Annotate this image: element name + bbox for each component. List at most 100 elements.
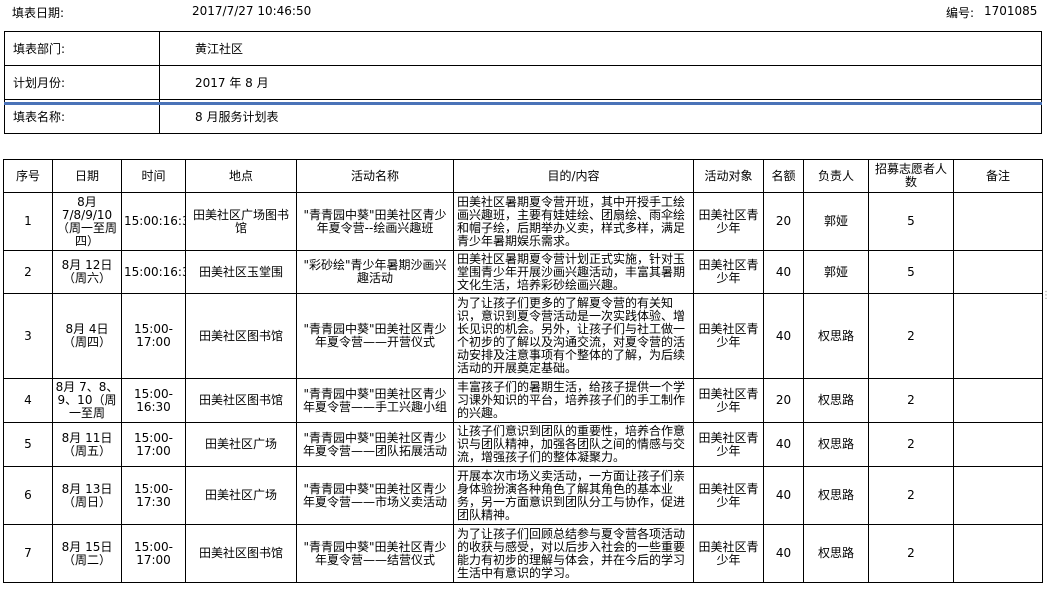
cell-volunteers: 2 [868,422,954,467]
cell-time: 15:00:16:30 [121,192,186,251]
cell-quota: 40 [763,524,804,583]
col-header-activity: 活动名称 [296,159,454,193]
scroll-handle[interactable]: ⋮ [1041,290,1047,320]
cell-leader: 权思路 [803,378,869,423]
cell-place: 田美社区玉堂围 [185,250,297,294]
cell-volunteers: 2 [868,524,954,583]
cell-activity: "青青园中葵"田美社区青少年夏令营——手工兴趣小组 [296,378,454,423]
cell-activity: "青青园中葵"田美社区青少年夏令营--绘画兴趣班 [296,192,454,251]
cell-target: 田美社区青少年 [693,524,764,583]
cell-volunteers: 2 [868,378,954,423]
cell-volunteers: 2 [868,293,954,379]
cell-volunteers: 5 [868,250,954,294]
table-row: 5 8月 11日（周五） 15:00-17:00 田美社区广场 "青青园中葵"田… [3,422,1043,467]
cell-date: 8月 11日（周五） [52,422,122,467]
col-header-content: 目的/内容 [453,159,694,193]
cell-target: 田美社区青少年 [693,378,764,423]
cell-leader: 郭娅 [803,192,869,251]
cell-quota: 40 [763,466,804,525]
fill-date-value: 2017/7/27 10:46:50 [192,4,312,18]
cell-remark [953,422,1043,467]
cell-activity: "青青园中葵"田美社区青少年夏令营——结营仪式 [296,524,454,583]
cell-no: 5 [3,422,53,467]
cell-remark [953,466,1043,525]
cell-date: 8月 4日（周四） [52,293,122,379]
cell-date: 8月 15日（周二） [52,524,122,583]
cell-content: 田美社区暑期夏令营开班，其中开授手工绘画兴趣班，主要有娃娃绘、团扇绘、雨伞绘和帽… [453,192,694,251]
cell-date: 8月 7/8/9/10（周一至周四） [52,192,122,251]
cell-activity: "彩砂绘"青少年暑期沙画兴趣活动 [296,250,454,294]
fill-date-label: 填表日期: [12,6,65,20]
cell-remark [953,293,1043,379]
col-header-date: 日期 [52,159,122,193]
col-header-remark: 备注 [953,159,1043,193]
header-bar: 填表日期: 2017/7/27 10:46:50 编号: 1701085 [0,0,1047,22]
cell-place: 田美社区图书馆 [185,524,297,583]
cell-date: 8月 13日（周日） [52,466,122,525]
col-header-target: 活动对象 [693,159,764,193]
cell-content: 为了让孩子们回顾总结参与夏令营各项活动的收获与感受，对以后步入社会的一些重要能力… [453,524,694,583]
cell-remark [953,378,1043,423]
cell-target: 田美社区青少年 [693,422,764,467]
cell-place: 田美社区图书馆 [185,378,297,423]
cell-content: 田美社区暑期夏令营计划正式实施，针对玉堂围青少年开展沙画兴趣活动，丰富其暑期文化… [453,250,694,294]
service-plan-table: 序号 日期 时间 地点 活动名称 目的/内容 活动对象 名额 负责人 招募志愿者… [3,159,1043,583]
cell-time: 15:00-16:30 [121,378,186,423]
cell-time: 15:00-17:00 [121,524,186,583]
info-value: 2017 年 8 月 [159,65,1042,100]
cell-no: 6 [3,466,53,525]
table-header-row: 序号 日期 时间 地点 活动名称 目的/内容 活动对象 名额 负责人 招募志愿者… [3,159,1043,193]
cell-date: 8月 12日（周六） [52,250,122,294]
cell-quota: 40 [763,422,804,467]
cell-time: 15:00-17:30 [121,466,186,525]
col-header-time: 时间 [121,159,186,193]
cell-activity: "青青园中葵"田美社区青少年夏令营——开营仪式 [296,293,454,379]
cell-place: 田美社区广场图书馆 [185,192,297,251]
table-row: 6 8月 13日（周日） 15:00-17:30 田美社区广场 "青青园中葵"田… [3,466,1043,525]
cell-time: 15:00:16:30 [121,250,186,294]
cell-leader: 权思路 [803,293,869,379]
table-row: 1 8月 7/8/9/10（周一至周四） 15:00:16:30 田美社区广场图… [3,192,1043,251]
cell-volunteers: 2 [868,466,954,525]
col-header-volunteers: 招募志愿者人数 [868,159,954,193]
section-divider [4,102,1042,105]
cell-quota: 40 [763,293,804,379]
cell-content: 丰富孩子们的暑期生活，给孩子提供一个学习课外知识的平台，培养孩子们的手工制作的兴… [453,378,694,423]
info-label: 计划月份: [4,65,160,100]
cell-time: 15:00-17:00 [121,293,186,379]
cell-no: 2 [3,250,53,294]
cell-activity: "青青园中葵"田美社区青少年夏令营——市场义卖活动 [296,466,454,525]
cell-quota: 20 [763,192,804,251]
col-header-place: 地点 [185,159,297,193]
cell-target: 田美社区青少年 [693,192,764,251]
cell-no: 1 [3,192,53,251]
cell-remark [953,524,1043,583]
cell-quota: 20 [763,378,804,423]
cell-remark [953,250,1043,294]
cell-place: 田美社区广场 [185,422,297,467]
info-label: 填表部门: [4,31,160,66]
cell-place: 田美社区图书馆 [185,293,297,379]
table-row: 4 8月 7、8、9、10（周一至周 15:00-16:30 田美社区图书馆 "… [3,378,1043,423]
form-info-table: 填表部门: 黄江社区 计划月份: 2017 年 8 月 填表名称: 8 月服务计… [4,31,1042,134]
cell-content: 让孩子们意识到团队的重要性，培养合作意识与团队精神，加强各团队之间的情感与交流，… [453,422,694,467]
cell-content: 为了让孩子们更多的了解夏令营的有关知识，意识到夏令营活动是一次实践体验、增长见识… [453,293,694,379]
col-header-leader: 负责人 [803,159,869,193]
col-header-no: 序号 [3,159,53,193]
cell-time: 15:00-17:00 [121,422,186,467]
serial-number-value: 1701085 [984,4,1038,18]
serial-number-label: 编号: [946,6,975,20]
cell-remark [953,192,1043,251]
cell-no: 3 [3,293,53,379]
cell-date: 8月 7、8、9、10（周一至周 [52,378,122,423]
cell-activity: "青青园中葵"田美社区青少年夏令营——团队拓展活动 [296,422,454,467]
col-header-quota: 名额 [763,159,804,193]
cell-content: 开展本次市场义卖活动，一方面让孩子们亲身体验扮演各种角色了解其角色的基本业务，另… [453,466,694,525]
cell-target: 田美社区青少年 [693,293,764,379]
table-row: 3 8月 4日（周四） 15:00-17:00 田美社区图书馆 "青青园中葵"田… [3,293,1043,379]
table-row: 2 8月 12日（周六） 15:00:16:30 田美社区玉堂围 "彩砂绘"青少… [3,250,1043,294]
cell-target: 田美社区青少年 [693,466,764,525]
cell-leader: 权思路 [803,422,869,467]
cell-no: 7 [3,524,53,583]
cell-leader: 郭娅 [803,250,869,294]
